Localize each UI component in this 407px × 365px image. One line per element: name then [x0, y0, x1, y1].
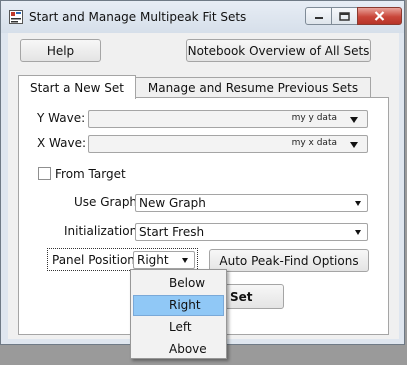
app-icon [9, 10, 23, 24]
initialization-label: Initialization: [64, 224, 142, 238]
close-button[interactable] [357, 7, 402, 25]
title-bar[interactable]: Start and Manage Multipeak Fit Sets [1, 1, 404, 33]
from-target-label: From Target [55, 167, 126, 181]
window-title: Start and Manage Multipeak Fit Sets [29, 10, 247, 24]
dropdown-arrow-icon [182, 258, 188, 263]
use-graph-select[interactable]: New Graph [135, 194, 368, 212]
use-graph-value: New Graph [139, 196, 206, 210]
auto-peak-find-options-button[interactable]: Auto Peak-Find Options [209, 249, 369, 272]
dropdown-arrow-icon [355, 230, 361, 235]
minimize-button[interactable] [305, 7, 332, 25]
panel-position-menu: Below Right Left Above [130, 269, 227, 359]
x-wave-label: X Wave: [37, 136, 87, 150]
dropdown-arrow-icon [350, 117, 358, 123]
close-icon [374, 11, 385, 21]
maximize-icon [339, 11, 350, 21]
minimize-icon [314, 17, 323, 19]
tab-manage-resume-sets[interactable]: Manage and Resume Previous Sets [135, 77, 371, 98]
y-wave-label: Y Wave: [37, 111, 86, 125]
x-wave-select[interactable]: my x data [88, 135, 368, 153]
tab-start-new-set[interactable]: Start a New Set [18, 75, 136, 99]
dropdown-arrow-icon [350, 142, 358, 148]
menu-item-right[interactable]: Right [133, 295, 224, 316]
y-wave-value: my y data [291, 113, 337, 123]
menu-item-left[interactable]: Left [133, 317, 224, 338]
help-button[interactable]: Help [20, 39, 101, 62]
dropdown-arrow-icon [355, 201, 361, 206]
x-wave-value: my x data [291, 138, 337, 148]
notebook-overview-button[interactable]: Notebook Overview of All Sets [186, 39, 371, 62]
y-wave-select[interactable]: my y data [88, 110, 368, 128]
panel-position-label: Panel Position: [52, 253, 139, 267]
use-graph-label: Use Graph: [74, 195, 142, 209]
panel-position-value: Right [137, 253, 169, 267]
maximize-button[interactable] [331, 7, 358, 25]
initialization-value: Start Fresh [139, 225, 205, 239]
initialization-select[interactable]: Start Fresh [135, 223, 368, 241]
menu-item-below[interactable]: Below [133, 273, 224, 294]
from-target-checkbox[interactable] [38, 167, 51, 180]
panel-position-select[interactable]: Right [133, 251, 195, 269]
menu-item-above[interactable]: Above [133, 339, 224, 360]
